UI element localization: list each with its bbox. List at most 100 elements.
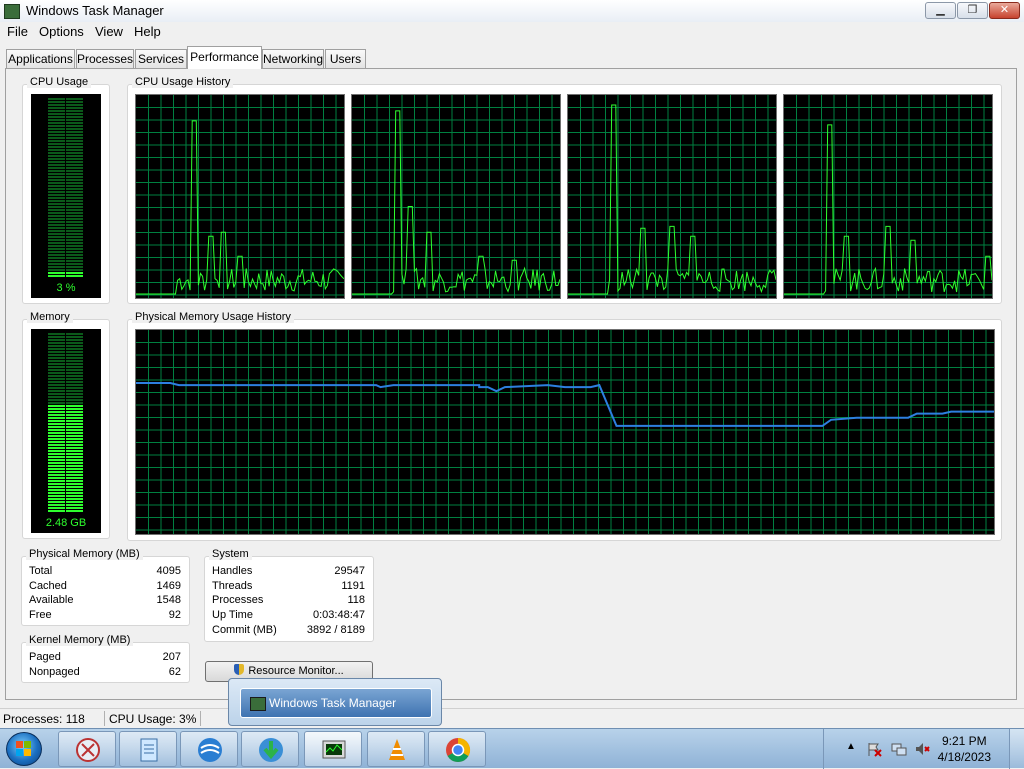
stat-label: Paged [29, 651, 61, 663]
action-center-flag-icon[interactable] [866, 741, 882, 757]
menu-file[interactable]: File [7, 24, 28, 39]
clock-date: 4/18/2023 [937, 750, 991, 764]
stat-row: Nonpaged 62 [29, 666, 181, 681]
system-stats: Handles 29547 Threads 1191 Processes 118 Up… [212, 565, 365, 640]
taskbar-notepad-app[interactable] [119, 731, 177, 767]
stat-row: Commit (MB) 3892 / 8189 [212, 624, 365, 639]
physical-memory-title: Physical Memory (MB) [26, 548, 143, 560]
stat-value: 1548 [156, 594, 181, 606]
cpu-history-title: CPU Usage History [132, 76, 234, 88]
popup-window-item[interactable]: Windows Task Manager [240, 688, 432, 718]
stat-row: Handles 29547 [212, 565, 365, 580]
stat-label: Available [29, 594, 74, 606]
system-group: System Handles 29547 Threads 1191 Processe… [204, 548, 374, 642]
window-title: Windows Task Manager [26, 3, 164, 18]
vlc-cone-icon [389, 739, 405, 760]
stat-row: Processes 118 [212, 594, 365, 609]
close-button[interactable]: ✕ [989, 2, 1020, 19]
tab-networking[interactable]: Networking [262, 49, 324, 68]
stat-label: Processes [212, 594, 264, 606]
notepad-icon [140, 738, 158, 762]
task-manager-icon [4, 4, 20, 19]
cpu-usage-meter: 3 % [31, 94, 101, 298]
minimize-button[interactable]: ▁ [925, 2, 956, 19]
uac-shield-icon [234, 664, 245, 675]
taskbar: ▲ 9:21 PM 4/18/2023 [0, 728, 1024, 769]
chrome-icon [446, 738, 471, 763]
status-separator [200, 711, 201, 726]
stat-row: Up Time 0:03:48:47 [212, 609, 365, 624]
stat-value: 1469 [156, 580, 181, 592]
memory-group: Memory 2.48 GB [22, 311, 110, 539]
menu-bar: File Options View Help [0, 22, 1024, 41]
tab-performance[interactable]: Performance [187, 46, 262, 69]
tab-services[interactable]: Services [135, 49, 187, 68]
taskbar-download-manager[interactable] [241, 731, 299, 767]
task-manager-icon [250, 697, 266, 711]
download-manager-icon [259, 738, 283, 762]
network-status-icon[interactable] [891, 741, 907, 757]
menu-help[interactable]: Help [134, 24, 161, 39]
cpu-core-2-graph [351, 94, 561, 299]
memory-history-group: Physical Memory Usage History [127, 311, 1002, 541]
tab-applications[interactable]: Applications [6, 49, 75, 68]
stat-value: 1191 [341, 580, 365, 592]
kernel-memory-stats: Paged 207 Nonpaged 62 [29, 651, 181, 681]
tab-processes[interactable]: Processes [76, 49, 134, 68]
cpu-history-group: CPU Usage History [127, 76, 1002, 304]
stat-value: 118 [347, 594, 365, 606]
taskbar-task-manager[interactable] [304, 731, 362, 767]
memory-history-title: Physical Memory Usage History [132, 311, 294, 323]
clock-time: 9:21 PM [941, 734, 987, 748]
clock[interactable]: 9:21 PM 4/18/2023 [938, 733, 991, 765]
start-button[interactable] [6, 732, 42, 766]
stat-row: Total 4095 [29, 565, 181, 580]
stat-value: 3892 / 8189 [306, 624, 365, 636]
stat-label: Free [29, 609, 52, 621]
show-desktop-button[interactable] [1009, 729, 1024, 769]
cpu-usage-value: 3 % [56, 282, 76, 294]
task-manager-icon [322, 740, 346, 759]
taskbar-scroll[interactable] [823, 729, 838, 769]
stat-row: Available 1548 [29, 594, 181, 609]
stat-value: 4095 [156, 565, 181, 577]
taskbar-vlc-player[interactable] [367, 731, 425, 767]
cpu-meter-bars [48, 98, 83, 277]
title-bar: Windows Task Manager ▁ ❐ ✕ [0, 0, 1024, 23]
stat-label: Threads [212, 580, 253, 592]
memory-value: 2.48 GB [45, 517, 87, 529]
volume-muted-icon[interactable] [914, 741, 930, 757]
menu-options[interactable]: Options [39, 24, 84, 39]
physical-memory-stats: Total 4095 Cached 1469 Available 1548 Free 9… [29, 565, 181, 625]
memory-meter: 2.48 GB [31, 329, 101, 533]
kernel-memory-group: Kernel Memory (MB) Paged 207 Nonpaged 62 [21, 634, 190, 683]
stat-label: Cached [29, 580, 67, 592]
stat-label: Nonpaged [29, 666, 80, 678]
stat-row: Threads 1191 [212, 580, 365, 595]
stat-row: Cached 1469 [29, 580, 181, 595]
memory-meter-bars [48, 333, 83, 512]
taskbar-snipping-tool[interactable] [58, 731, 116, 767]
cpu-core-3-graph [567, 94, 777, 299]
stat-value: 29547 [334, 565, 365, 577]
tab-users[interactable]: Users [325, 49, 366, 68]
menu-view[interactable]: View [95, 24, 123, 39]
maximize-button[interactable]: ❐ [957, 2, 988, 19]
network-app-icon [198, 738, 222, 762]
status-separator [104, 711, 105, 726]
taskbar-network-app[interactable] [180, 731, 238, 767]
tab-strip: Applications Processes Services Performa… [0, 46, 1024, 69]
cpu-core-1-graph [135, 94, 345, 299]
taskbar-chrome-browser[interactable] [428, 731, 486, 767]
memory-history-graph [135, 329, 995, 535]
popup-window-title: Windows Task Manager [269, 696, 397, 710]
windows-logo-icon [16, 741, 31, 756]
stat-value: 0:03:48:47 [313, 609, 365, 621]
stat-label: Total [29, 565, 53, 577]
stat-value: 62 [168, 666, 181, 678]
cpu-core-4-graph [783, 94, 993, 299]
resource-monitor-label: Resource Monitor... [248, 665, 344, 677]
physical-memory-group: Physical Memory (MB) Total 4095 Cached 146… [21, 548, 190, 626]
show-hidden-icons[interactable]: ▲ [846, 741, 856, 752]
stat-label: Up Time [212, 609, 253, 621]
